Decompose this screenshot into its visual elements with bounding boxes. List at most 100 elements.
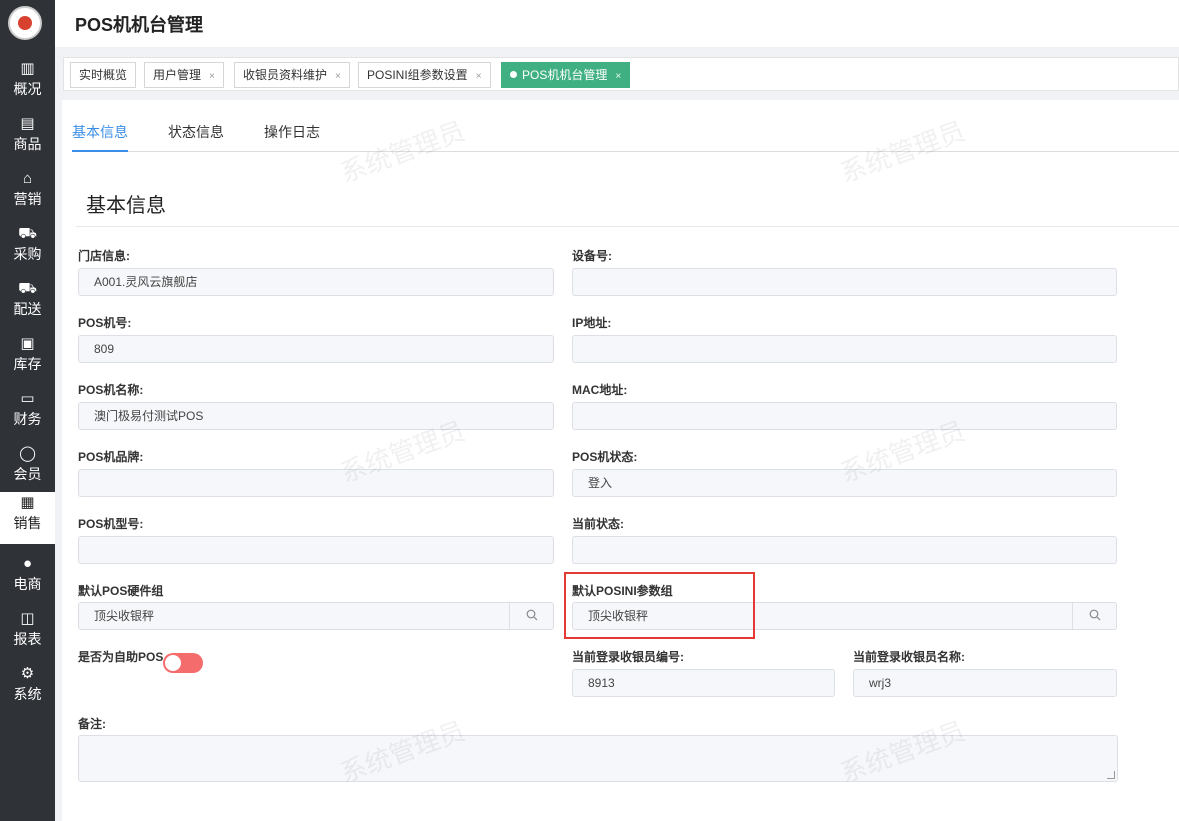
tab-label: 收银员资料维护 — [243, 68, 328, 82]
mac-label: MAC地址: — [572, 383, 628, 397]
search-icon — [526, 609, 537, 621]
money-icon: ▭ — [20, 390, 35, 407]
tab-label: POS机机台管理 — [522, 68, 608, 82]
sidebar-item-purchase[interactable]: ⛟ 采购 — [0, 223, 55, 275]
sidebar-item-label: 会员 — [13, 466, 42, 482]
sidebar-item-goods[interactable]: ▤ 商品 — [0, 113, 55, 165]
device-no-label: 设备号: — [572, 249, 612, 263]
sidebar-item-sales[interactable]: ▦ 销售 — [0, 492, 55, 544]
sidebar-item-report[interactable]: ◫ 报表 — [0, 608, 55, 660]
user-icon: ● — [22, 555, 33, 572]
section-title: 基本信息 — [86, 195, 166, 217]
sidebar-item-label: 电商 — [13, 576, 42, 592]
tab-label: 实时概览 — [79, 68, 128, 82]
truck-icon: ⛟ — [18, 280, 37, 297]
tab-pos-management[interactable]: POS机机台管理 × — [501, 62, 631, 88]
hardware-group-field[interactable]: 顶尖收银秤 — [78, 602, 554, 630]
close-icon[interactable]: × — [335, 71, 341, 82]
pos-status-label: POS机状态: — [572, 450, 638, 464]
sidebar-item-label: 财务 — [13, 411, 42, 427]
remark-label: 备注: — [78, 717, 106, 731]
bag-icon: ⌂ — [22, 170, 33, 187]
sidebar-item-label: 库存 — [13, 356, 42, 372]
chart-icon: ◫ — [20, 610, 35, 627]
current-status-field[interactable] — [572, 536, 1117, 564]
search-icon — [1089, 609, 1100, 621]
remark-textarea[interactable] — [78, 735, 1118, 782]
main-content: 基本信息 状态信息 操作日志 基本信息 门店信息: A001.灵风云旗舰店 设备… — [62, 100, 1179, 821]
close-icon[interactable]: × — [209, 71, 215, 82]
pos-model-field[interactable] — [78, 536, 554, 564]
sidebar-item-system[interactable]: ⚙ 系统 — [0, 663, 55, 715]
sidebar-item-label: 商品 — [13, 136, 42, 152]
highlight-box — [564, 572, 755, 639]
pos-no-label: POS机号: — [78, 316, 132, 330]
cashier-no-label: 当前登录收银员编号: — [572, 650, 684, 664]
hardware-group-label: 默认POS硬件组 — [78, 584, 164, 598]
sidebar-item-label: 概况 — [13, 81, 42, 97]
tab-label: POSINI组参数设置 — [367, 68, 468, 82]
mac-field[interactable] — [572, 402, 1117, 430]
sidebar-item-label: 报表 — [13, 631, 42, 647]
sidebar-item-delivery[interactable]: ⛟ 配送 — [0, 278, 55, 330]
resize-handle-icon[interactable] — [1107, 771, 1115, 779]
person-icon: ◯ — [19, 445, 36, 462]
hardware-group-value: 顶尖收银秤 — [94, 609, 155, 623]
cashier-name-label: 当前登录收银员名称: — [853, 650, 965, 664]
cart-icon: ⛟ — [18, 225, 37, 242]
ip-label: IP地址: — [572, 316, 612, 330]
subtab-status-info[interactable]: 状态信息 — [168, 122, 224, 152]
pos-model-label: POS机型号: — [78, 517, 144, 531]
cashier-no-field[interactable]: 8913 — [572, 669, 835, 697]
tab-realtime-overview[interactable]: 实时概览 — [70, 62, 137, 88]
store-info-field[interactable]: A001.灵风云旗舰店 — [78, 268, 554, 296]
sidebar-item-finance[interactable]: ▭ 财务 — [0, 388, 55, 440]
sidebar-item-overview[interactable]: ▥ 概况 — [0, 58, 55, 110]
pos-no-field[interactable]: 809 — [78, 335, 554, 363]
tab-cashier-maintenance[interactable]: 收银员资料维护 × — [234, 62, 350, 88]
current-status-label: 当前状态: — [572, 517, 624, 531]
tab-posini-settings[interactable]: POSINI组参数设置 × — [358, 62, 491, 88]
sidebar: ▥ 概况 ▤ 商品 ⌂ 营销 ⛟ 采购 ⛟ 配送 ▣ 库存 ▭ 财务 ◯ 会员 … — [0, 0, 55, 821]
pos-brand-label: POS机品牌: — [78, 450, 144, 464]
pos-status-field[interactable]: 登入 — [572, 469, 1117, 497]
sidebar-item-member[interactable]: ◯ 会员 — [0, 443, 55, 495]
pos-brand-field[interactable] — [78, 469, 554, 497]
toggle-knob — [165, 655, 181, 671]
pos-name-label: POS机名称: — [78, 383, 144, 397]
store-info-label: 门店信息: — [78, 249, 130, 263]
sidebar-item-marketing[interactable]: ⌂ 营销 — [0, 168, 55, 220]
sidebar-item-label: 销售 — [13, 515, 42, 531]
self-service-label: 是否为自助POS — [78, 650, 164, 664]
tab-label: 用户管理 — [153, 68, 202, 82]
tab-user-management[interactable]: 用户管理 × — [144, 62, 224, 88]
box-icon: ▣ — [20, 335, 35, 352]
tab-bar: 实时概览 用户管理 × 收银员资料维护 × POSINI组参数设置 × POS机机台管… — [63, 57, 1179, 91]
top-bar: POS机机台管理 — [55, 0, 1179, 47]
sidebar-item-label: 营销 — [13, 191, 42, 207]
hardware-group-search-button[interactable] — [509, 603, 553, 629]
document-icon: ▤ — [20, 115, 35, 132]
sidebar-item-label: 系统 — [13, 686, 42, 702]
close-icon[interactable]: × — [476, 71, 482, 82]
sidebar-item-label: 配送 — [13, 301, 42, 317]
subtab-basic-info[interactable]: 基本信息 — [72, 122, 128, 152]
page-title: POS机机台管理 — [75, 15, 204, 35]
sidebar-item-ecommerce[interactable]: ● 电商 — [0, 553, 55, 605]
subtab-bar: 基本信息 状态信息 操作日志 — [72, 122, 1179, 152]
sidebar-item-label: 采购 — [13, 246, 42, 262]
sidebar-item-inventory[interactable]: ▣ 库存 — [0, 333, 55, 385]
logo[interactable] — [8, 6, 42, 40]
self-service-toggle[interactable] — [163, 653, 203, 673]
gear-icon: ⚙ — [20, 665, 35, 682]
device-no-field[interactable] — [572, 268, 1117, 296]
ip-field[interactable] — [572, 335, 1117, 363]
register-icon: ▦ — [20, 494, 35, 511]
posini-group-search-button[interactable] — [1072, 603, 1116, 629]
active-dot-icon — [510, 71, 517, 78]
close-icon[interactable]: × — [615, 71, 621, 82]
subtab-operation-log[interactable]: 操作日志 — [264, 122, 320, 152]
pos-name-field[interactable]: 澳门极易付测试POS — [78, 402, 554, 430]
cashier-name-field[interactable]: wrj3 — [853, 669, 1117, 697]
building-icon: ▥ — [20, 60, 35, 77]
